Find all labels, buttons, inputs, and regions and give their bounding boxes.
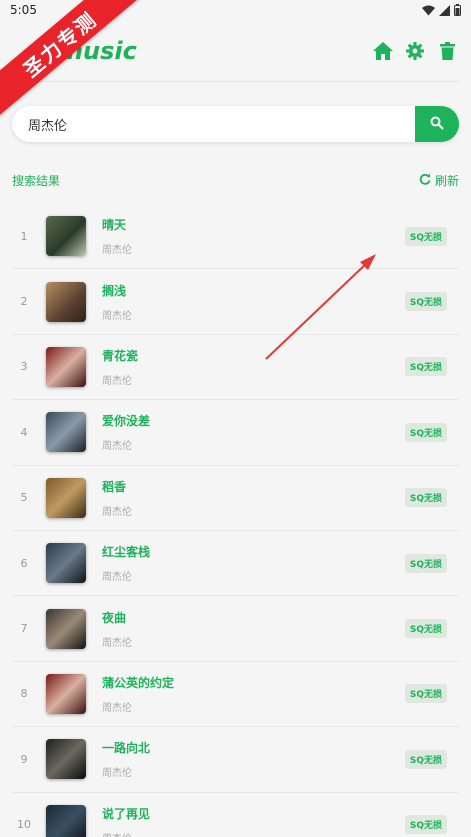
quality-badge[interactable]: SQ无损 [404, 684, 447, 704]
signal-icon [439, 4, 450, 16]
song-row[interactable]: 5 稻香 周杰伦 SQ无损 [12, 466, 459, 531]
quality-badge[interactable]: SQ无损 [404, 226, 447, 246]
song-artist: 周杰伦 [102, 441, 132, 453]
results-header: 搜索结果 刷新 [12, 170, 459, 190]
settings-icon[interactable] [405, 41, 425, 61]
song-index: 2 [20, 295, 28, 309]
quality-badge[interactable]: SQ无损 [404, 619, 447, 639]
trash-icon[interactable] [437, 41, 457, 61]
song-meta: 稻香 周杰伦 [102, 478, 405, 518]
results-label: 搜索结果 [12, 173, 61, 188]
song-artist: 周杰伦 [102, 768, 132, 780]
song-title: 晴天 [102, 218, 127, 233]
refresh-icon [419, 173, 431, 188]
song-index: 3 [20, 360, 28, 374]
song-artist: 周杰伦 [102, 245, 132, 257]
quality-badge[interactable]: SQ无损 [404, 749, 447, 769]
song-row[interactable]: 1 晴天 周杰伦 SQ无损 [12, 204, 459, 270]
song-title: 说了再见 [102, 806, 151, 821]
song-index: 5 [20, 491, 28, 505]
song-row[interactable]: 6 红尘客栈 周杰伦 SQ无损 [12, 531, 459, 597]
status-icons [422, 4, 461, 16]
album-cover [46, 543, 86, 584]
song-artist: 周杰伦 [102, 310, 132, 322]
quality-badge[interactable]: SQ无损 [404, 422, 447, 442]
song-row[interactable]: 3 青花瓷 周杰伦 SQ无损 [12, 335, 459, 401]
song-meta: 青花瓷 周杰伦 [102, 347, 405, 387]
song-row[interactable]: 4 爱你没差 周杰伦 SQ无损 [12, 400, 459, 466]
song-row[interactable]: 2 搁浅 周杰伦 SQ无损 [12, 269, 459, 335]
wifi-icon [422, 5, 435, 16]
quality-badge[interactable]: SQ无损 [404, 488, 447, 508]
song-index: 1 [20, 229, 28, 243]
song-title: 蒲公英的约定 [102, 675, 175, 690]
song-index: 10 [17, 818, 31, 832]
quality-badge[interactable]: SQ无损 [404, 292, 447, 312]
song-title: 夜曲 [102, 610, 127, 625]
song-index: 4 [20, 425, 28, 439]
home-icon[interactable] [373, 41, 393, 61]
app-actions [373, 41, 457, 61]
song-list: 1 晴天 周杰伦 SQ无损 2 搁浅 周杰伦 SQ无损 3 青花瓷 周杰伦 SQ无损 4 爱你没差 周杰伦 S… [12, 204, 459, 837]
album-cover [46, 216, 86, 257]
song-meta: 一路向北 周杰伦 [102, 739, 405, 779]
song-artist: 周杰伦 [102, 375, 132, 387]
song-meta: 搁浅 周杰伦 [102, 282, 405, 322]
song-meta: 夜曲 周杰伦 [102, 609, 405, 649]
search-icon [430, 115, 444, 134]
song-title: 搁浅 [102, 283, 127, 298]
song-artist: 周杰伦 [102, 830, 405, 837]
album-cover [46, 804, 86, 837]
album-cover [46, 477, 86, 518]
song-index: 6 [20, 556, 28, 570]
song-index: 8 [20, 687, 28, 701]
song-meta: 爱你没差 周杰伦 [102, 412, 405, 452]
search-button[interactable] [415, 106, 459, 142]
album-cover [46, 281, 86, 322]
song-artist: 周杰伦 [102, 637, 132, 649]
song-meta: 红尘客栈 周杰伦 [102, 543, 405, 583]
song-title: 稻香 [102, 479, 127, 494]
song-row[interactable]: 9 一路向北 周杰伦 SQ无损 [12, 727, 459, 793]
song-title: 红尘客栈 [102, 545, 151, 560]
status-time: 5:05 [10, 3, 37, 17]
search-bar [12, 106, 459, 142]
song-artist: 周杰伦 [102, 572, 132, 584]
song-row[interactable]: 8 蒲公英的约定 周杰伦 SQ无损 [12, 662, 459, 728]
song-row[interactable]: 7 夜曲 周杰伦 SQ无损 [12, 596, 459, 662]
song-meta: 晴天 周杰伦 [102, 216, 405, 256]
song-title: 一路向北 [102, 741, 151, 756]
song-index: 7 [20, 622, 28, 636]
song-row[interactable]: 10 说了再见周杰伦SQ无损 [12, 793, 459, 837]
song-artist: 周杰伦 [102, 506, 132, 518]
song-index: 9 [20, 752, 28, 766]
quality-badge[interactable]: SQ无损 [404, 357, 447, 377]
search-input[interactable] [12, 106, 415, 142]
refresh-label: 刷新 [434, 173, 459, 188]
song-artist: 周杰伦 [102, 702, 132, 714]
quality-badge[interactable]: SQ无损 [404, 815, 447, 835]
song-title: 爱你没差 [102, 414, 151, 429]
battery-icon [454, 4, 461, 16]
album-cover [46, 673, 86, 714]
album-cover [46, 608, 86, 649]
refresh-button[interactable]: 刷新 [419, 172, 459, 189]
album-cover [46, 346, 86, 387]
quality-badge[interactable]: SQ无损 [404, 553, 447, 573]
song-meta: 蒲公英的约定 周杰伦 [102, 674, 405, 714]
song-meta: 说了再见周杰伦 [102, 805, 405, 837]
album-cover [46, 739, 86, 780]
album-cover [46, 412, 86, 453]
song-title: 青花瓷 [102, 348, 139, 363]
